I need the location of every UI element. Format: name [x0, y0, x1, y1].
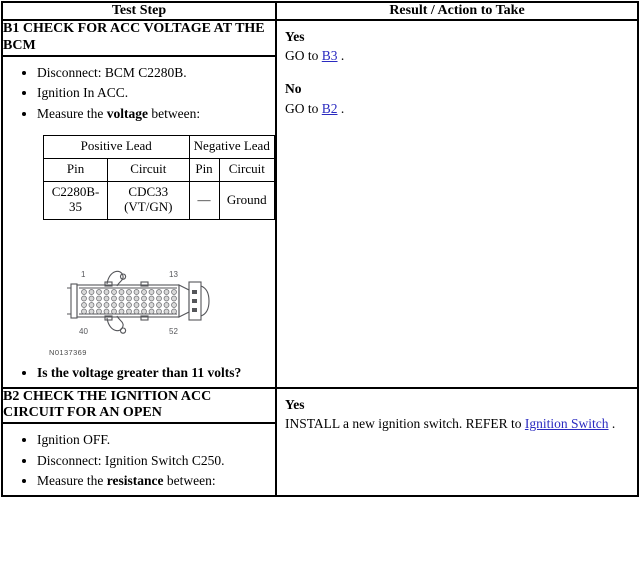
list-item: Disconnect: Ignition Switch C250. [37, 451, 275, 471]
pin-table-neg-pin-header: Pin [188, 158, 220, 183]
step-b2-body-cell: Ignition OFF. Disconnect: Ignition Switc… [1, 422, 277, 497]
connector-figure: 1 13 40 52 N0137369 [3, 220, 275, 357]
step-b2-result-cell: Yes INSTALL a new ignition switch. REFER… [275, 386, 639, 497]
pin-table-neg-pin-value: — [188, 181, 220, 221]
pin-table-neg-circuit-header: Circuit [218, 158, 276, 183]
list-item: Measure the resistance between: [37, 471, 275, 491]
step-b1-body-cell: Disconnect: BCM C2280B. Ignition In ACC.… [1, 54, 277, 389]
pin-table-wrapper: Positive Lead Negative Lead Pin Circuit … [3, 127, 276, 221]
step-b1-no-action: GO to B2 . [285, 99, 631, 118]
step-b2-bullet-1: Ignition OFF. [37, 432, 111, 448]
header-result-action: Result / Action to Take [275, 0, 639, 22]
step-b1-bullet-list: Disconnect: BCM C2280B. Ignition In ACC.… [3, 63, 275, 124]
step-b2-yes-text-after: . [608, 415, 616, 431]
step-b1-title-row: B1 CHECK FOR ACC VOLTAGE AT THE BCM Yes … [1, 19, 639, 389]
pin-table: Positive Lead Negative Lead Pin Circuit … [42, 135, 276, 221]
step-b2-bullet-3: Measure the resistance between: [37, 473, 216, 489]
figure-caption: N0137369 [49, 348, 87, 358]
link-b3[interactable]: B3 [322, 48, 338, 63]
step-b1-no-text-before: GO to [285, 100, 322, 116]
pin-table-group-header-row: Positive Lead Negative Lead [43, 135, 275, 160]
step-b2-title-row: B2 CHECK THE IGNITION ACC CIRCUIT FOR AN… [1, 386, 639, 497]
list-item: Ignition OFF. [37, 430, 275, 450]
step-b1-bullet-1: Disconnect: BCM C2280B. [37, 64, 187, 80]
link-b2[interactable]: B2 [322, 101, 338, 116]
step-b2-bullet-list: Ignition OFF. Disconnect: Ignition Switc… [3, 430, 275, 491]
step-b1-title: B1 CHECK FOR ACC VOLTAGE AT THE BCM [1, 19, 277, 57]
step-b1-yes-label: Yes [285, 29, 305, 45]
pin-table-pos-pin-header: Pin [42, 158, 109, 183]
step-b2-yes-text-before: INSTALL a new ignition switch. REFER to [285, 415, 525, 431]
step-b2-yes-action: INSTALL a new ignition switch. REFER to … [285, 414, 631, 433]
step-b1-result-content: Yes GO to B3 . No GO to B2 . [277, 21, 637, 124]
step-b1-result-cell: Yes GO to B3 . No GO to B2 . [275, 19, 639, 389]
step-b2-result-content: Yes INSTALL a new ignition switch. REFER… [277, 389, 637, 439]
pin-table-neg-circuit-value: Ground [218, 181, 276, 221]
connector-label-top-left: 1 [81, 270, 86, 279]
pin-table-positive-lead-header: Positive Lead [43, 135, 190, 160]
table-row: C2280B-35 CDC33 (VT/GN) — Ground [42, 181, 276, 221]
pin-table-pos-pin-value: C2280B-35 [42, 181, 109, 221]
diagnostic-procedure-page: Test Step Result / Action to Take B1 CHE… [0, 0, 640, 582]
step-b1-yes-text-after: . [337, 48, 345, 64]
table-header-row: Test Step Result / Action to Take [1, 0, 639, 22]
pin-table-negative-lead-header: Negative Lead [188, 135, 275, 160]
pin-table-pos-circuit-value: CDC33 (VT/GN) [107, 181, 190, 221]
step-b1-question-list: Is the voltage greater than 11 volts? [3, 363, 275, 383]
pin-table-pos-circuit-header: Circuit [107, 158, 190, 183]
connector-label-bottom-right: 52 [169, 327, 178, 336]
pin-table-sub-header-row: Pin Circuit Pin Circuit [42, 158, 276, 183]
list-item: Ignition In ACC. [37, 83, 275, 103]
connector-label-top-right: 13 [169, 270, 178, 279]
link-ignition-switch[interactable]: Ignition Switch [525, 416, 609, 431]
step-b2-bullet-2: Disconnect: Ignition Switch C250. [37, 452, 225, 468]
list-item: Is the voltage greater than 11 volts? [37, 363, 275, 383]
step-b1-yes-action: GO to B3 . [285, 46, 631, 65]
list-item: Measure the voltage between: [37, 104, 275, 124]
procedure-table: Test Step Result / Action to Take B1 CHE… [1, 0, 639, 497]
connector-diagram-icon: 1 13 40 52 [59, 262, 275, 344]
step-b2-yes-label: Yes [285, 396, 305, 412]
header-test-step: Test Step [1, 0, 277, 22]
step-b2-title: B2 CHECK THE IGNITION ACC CIRCUIT FOR AN… [1, 386, 277, 425]
step-b1-no-text-after: . [337, 100, 345, 116]
step-b1-yes-text-before: GO to [285, 48, 322, 64]
connector-svg: 1 13 40 52 [67, 270, 210, 336]
step-b1-bullet-3: Measure the voltage between: [37, 105, 201, 121]
connector-label-bottom-left: 40 [79, 327, 88, 336]
step-b1-question: Is the voltage greater than 11 volts? [37, 365, 242, 381]
step-b1-no-label: No [285, 81, 302, 97]
step-b1-bullet-2: Ignition In ACC. [37, 85, 129, 101]
list-item: Disconnect: BCM C2280B. [37, 63, 275, 83]
result-gap [285, 65, 631, 79]
